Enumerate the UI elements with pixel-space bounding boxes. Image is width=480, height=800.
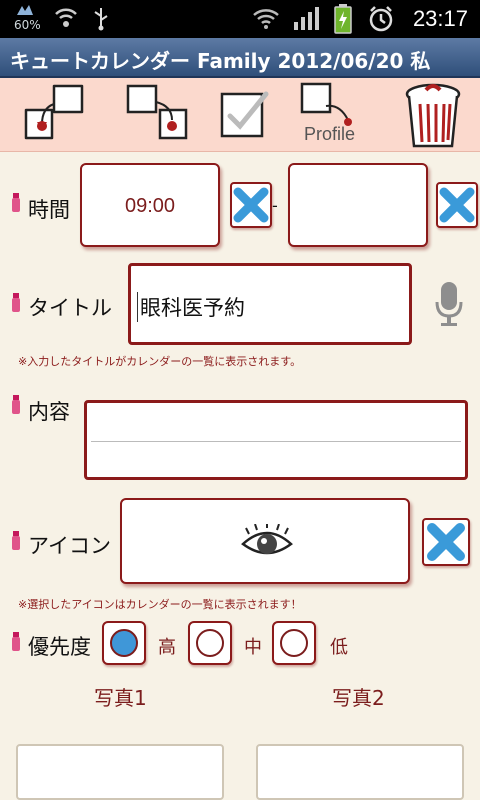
check-icon[interactable] <box>214 80 274 148</box>
battery-percent: 60% <box>14 18 41 32</box>
start-time-button[interactable]: 09:00 <box>80 163 220 247</box>
icon-select-button[interactable] <box>120 498 410 584</box>
time-separator: - <box>272 196 278 215</box>
icon-label: アイコン <box>28 534 111 558</box>
copy-from-icon[interactable] <box>122 80 194 148</box>
start-time-value: 09:00 <box>124 195 176 217</box>
content-label: 内容 <box>28 400 70 424</box>
profile-icon[interactable] <box>296 80 368 126</box>
clear-end-time-button[interactable] <box>436 182 478 228</box>
delete-x-icon <box>233 187 269 223</box>
priority-medium-label: 中 <box>244 637 262 658</box>
microphone-icon[interactable] <box>434 280 464 328</box>
app-title: キュートカレンダー Family 2012/06/20 私 <box>10 49 431 73</box>
title-input[interactable]: 眼科医予約 <box>128 263 412 345</box>
content-input[interactable] <box>84 400 468 480</box>
alarm-icon <box>369 6 393 32</box>
title-note: ※入力したタイトルがカレンダーの一覧に表示されます。 <box>18 355 302 368</box>
eye-icon <box>241 524 293 555</box>
clear-icon-button[interactable] <box>422 518 470 566</box>
wifi-icon <box>55 8 77 27</box>
charging-battery-icon <box>334 4 352 34</box>
icon-note: ※選択したアイコンはカレンダーの一覧に表示されます！ <box>18 598 302 611</box>
delete-x-icon <box>439 187 475 223</box>
pin-icon <box>12 193 20 212</box>
time-label: 時間 <box>28 198 70 222</box>
profile-label[interactable]: Profile <box>304 124 355 145</box>
clock: 23:17 <box>412 6 468 31</box>
usb-icon <box>94 8 108 31</box>
toolbar <box>0 78 480 152</box>
priority-low-radio[interactable] <box>272 621 316 665</box>
content-divider <box>91 441 461 442</box>
title-input-value: 眼科医予約 <box>137 292 245 322</box>
trash-icon[interactable] <box>400 80 466 152</box>
priority-medium-radio[interactable] <box>188 621 232 665</box>
wifi-strength-icon <box>253 9 279 29</box>
priority-label: 優先度 <box>28 635 91 659</box>
pin-icon <box>12 395 20 414</box>
app-title-bar: キュートカレンダー Family 2012/06/20 私 <box>0 38 480 78</box>
pin-icon <box>12 531 20 550</box>
priority-high-radio[interactable] <box>102 621 146 665</box>
photo1-label: 写真1 <box>94 686 147 710</box>
photo1-slot[interactable] <box>16 744 224 800</box>
photo2-label: 写真2 <box>332 686 385 710</box>
priority-low-label: 低 <box>330 637 348 658</box>
clear-start-time-button[interactable] <box>230 182 272 228</box>
end-time-button[interactable] <box>288 163 428 247</box>
radio-dot <box>280 629 308 657</box>
signal-icon <box>294 7 319 30</box>
battery-icon <box>17 5 33 15</box>
photo2-slot[interactable] <box>256 744 464 800</box>
radio-dot <box>196 629 224 657</box>
pin-icon <box>12 632 20 651</box>
delete-x-icon <box>427 523 465 561</box>
status-bar: 60% 23:17 <box>0 0 480 38</box>
pin-icon <box>12 293 20 312</box>
title-label: タイトル <box>28 296 112 320</box>
radio-dot <box>110 629 138 657</box>
copy-to-icon[interactable] <box>20 80 92 148</box>
priority-high-label: 高 <box>158 637 176 658</box>
